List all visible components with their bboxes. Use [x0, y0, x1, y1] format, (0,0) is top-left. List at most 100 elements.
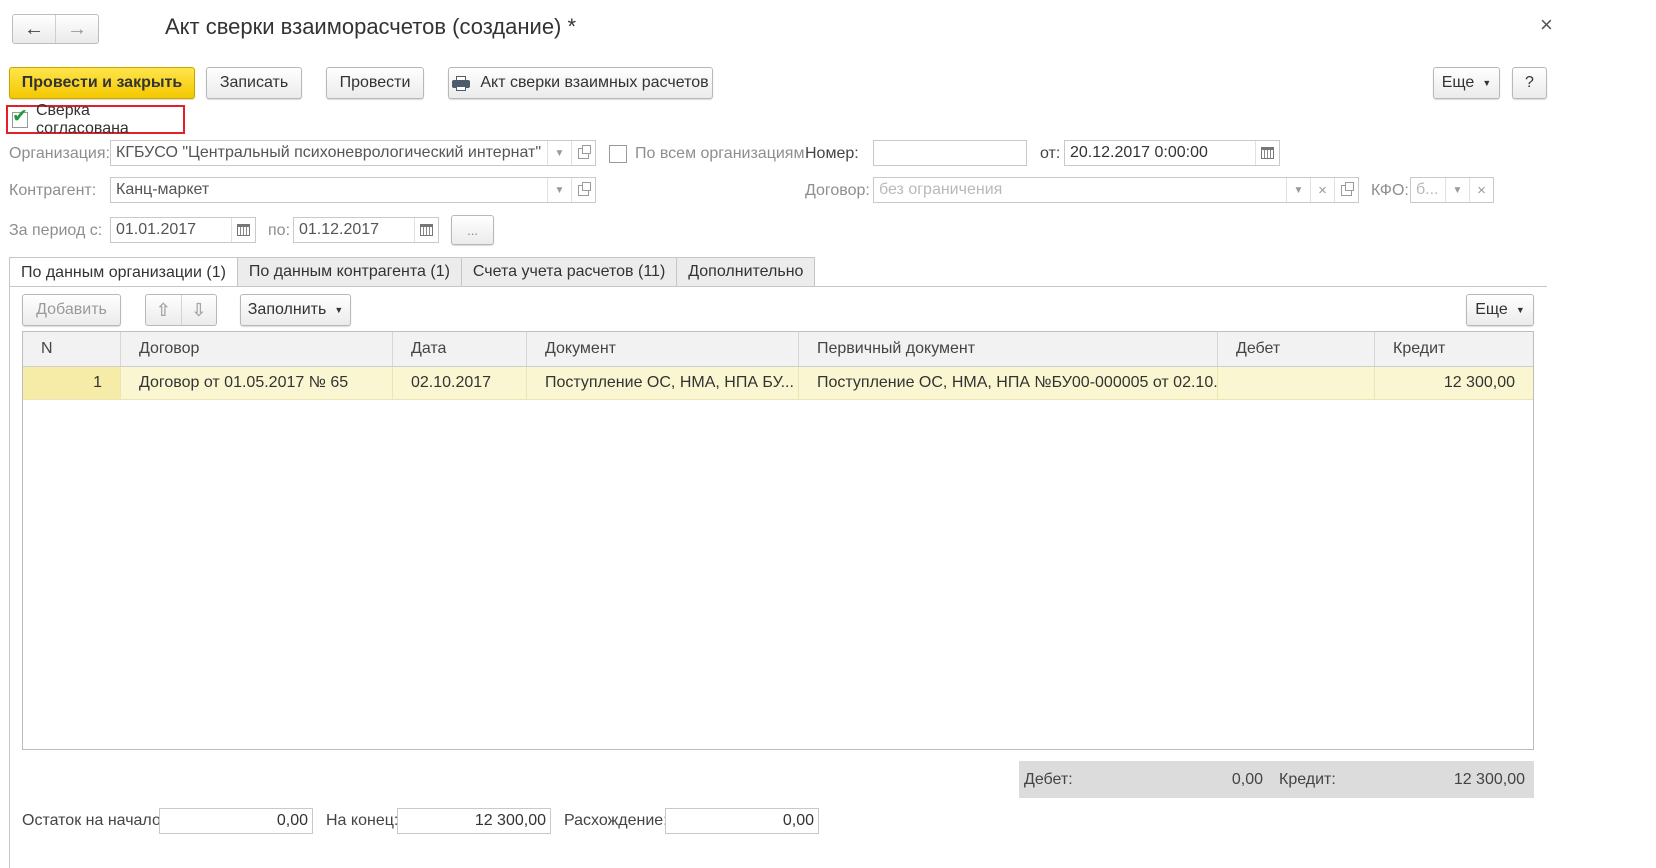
caret-down-icon: ▼ — [334, 305, 344, 315]
counterparty-value: Канц-маркет — [116, 181, 210, 198]
total-debit-value: 0,00 — [1231, 770, 1263, 788]
balance-start-value: 0,00 — [276, 812, 308, 829]
post-and-close-button[interactable]: Провести и закрыть — [9, 67, 195, 99]
open-icon[interactable] — [571, 178, 595, 202]
open-icon[interactable] — [571, 141, 595, 165]
reconciliation-table: N Договор Дата Документ Первичный докуме… — [22, 331, 1534, 750]
balance-start-label: Остаток на начало: — [22, 812, 166, 829]
period-to-value: 01.12.2017 — [299, 221, 380, 238]
all-organizations-option[interactable]: По всем организациям — [609, 145, 804, 163]
balance-end-label: На конец: — [326, 812, 399, 829]
fill-label: Заполнить — [247, 301, 327, 318]
number-field[interactable] — [873, 140, 1027, 166]
clear-icon[interactable]: × — [1310, 178, 1334, 202]
table-more-label: Еще — [1475, 301, 1508, 318]
totals-bar: Дебет: 0,00 Кредит: 12 300,00 — [1019, 761, 1534, 798]
column-header-primary-document[interactable]: Первичный документ — [799, 332, 1218, 366]
period-to-label: по: — [268, 222, 291, 239]
table-more-button[interactable]: Еще ▼ — [1466, 294, 1534, 326]
column-header-date[interactable]: Дата — [393, 332, 527, 366]
calendar-icon[interactable] — [231, 218, 255, 242]
date-value: 20.12.2017 0:00:00 — [1070, 144, 1208, 161]
cell-contract: Договор от 01.05.2017 № 65 — [121, 367, 393, 399]
kfo-label: КФО: — [1371, 182, 1409, 199]
post-button[interactable]: Провести — [326, 67, 424, 99]
kfo-field[interactable]: б... ▼ × — [1410, 177, 1494, 203]
difference-label: Расхождение: — [564, 812, 668, 829]
column-header-contract[interactable]: Договор — [121, 332, 393, 366]
all-organizations-checkbox[interactable] — [609, 145, 627, 163]
period-from-field[interactable]: 01.01.2017 — [110, 217, 256, 243]
cell-document: Поступление ОС, НМА, НПА БУ... — [527, 367, 799, 399]
contract-placeholder: без ограничения — [879, 181, 1003, 198]
dropdown-icon[interactable]: ▼ — [1445, 178, 1469, 202]
arrow-left-icon[interactable]: ← — [13, 15, 55, 43]
period-to-field[interactable]: 01.12.2017 — [293, 217, 439, 243]
close-icon[interactable]: × — [1540, 12, 1553, 38]
reconciliation-agreed-checkbox[interactable]: ✔ — [12, 107, 28, 128]
more-label: Еще — [1441, 74, 1475, 91]
table-row[interactable]: 1 Договор от 01.05.2017 № 65 02.10.2017 … — [23, 367, 1533, 400]
date-field[interactable]: 20.12.2017 0:00:00 — [1064, 140, 1280, 166]
column-header-debit[interactable]: Дебет — [1218, 332, 1375, 366]
calendar-icon[interactable] — [1255, 141, 1279, 165]
print-reconciliation-button[interactable]: Акт сверки взаимных расчетов — [448, 67, 713, 99]
move-buttons: ⇧ ⇩ — [145, 294, 217, 326]
add-row-button[interactable]: Добавить — [22, 294, 121, 326]
fill-button[interactable]: Заполнить ▼ — [240, 294, 351, 326]
arrow-right-icon[interactable]: → — [55, 15, 98, 43]
calendar-icon[interactable] — [414, 218, 438, 242]
all-organizations-label: По всем организациям — [635, 145, 805, 162]
printer-icon — [452, 76, 471, 91]
cell-n: 1 — [23, 367, 121, 399]
date-label: от: — [1040, 145, 1061, 162]
page-title: Акт сверки взаиморасчетов (создание) * — [165, 14, 577, 39]
counterparty-field[interactable]: Канц-маркет ▼ — [110, 177, 596, 203]
caret-down-icon: ▼ — [1482, 78, 1492, 88]
number-label: Номер: — [805, 145, 859, 162]
dropdown-icon[interactable]: ▼ — [547, 178, 571, 202]
print-reconciliation-label: Акт сверки взаимных расчетов — [480, 74, 709, 91]
tab-counterparty-data[interactable]: По данным контрагента (1) — [236, 257, 462, 286]
organization-field[interactable]: КГБУСО "Центральный психоневрологический… — [110, 140, 596, 166]
dropdown-icon[interactable]: ▼ — [1286, 178, 1310, 202]
period-select-button[interactable]: ... — [451, 215, 494, 245]
difference-value: 0,00 — [782, 812, 814, 829]
total-credit-value: 12 300,00 — [1453, 770, 1525, 788]
counterparty-label: Контрагент: — [9, 182, 97, 199]
total-debit-label: Дебет: — [1024, 770, 1073, 788]
period-from-label: За период с: — [9, 222, 103, 239]
column-header-credit[interactable]: Кредит — [1375, 332, 1533, 366]
more-button[interactable]: Еще ▼ — [1433, 67, 1500, 99]
table-header: N Договор Дата Документ Первичный докуме… — [23, 332, 1533, 367]
organization-value: КГБУСО "Центральный психоневрологический… — [116, 144, 541, 161]
tab-organization-data[interactable]: По данным организации (1) — [9, 257, 238, 287]
cell-credit: 12 300,00 — [1443, 374, 1515, 391]
balance-end-field[interactable]: 12 300,00 — [397, 808, 551, 834]
save-button[interactable]: Записать — [206, 67, 302, 99]
total-credit-label: Кредит: — [1279, 770, 1336, 788]
column-header-n[interactable]: N — [23, 332, 121, 366]
cell-date: 02.10.2017 — [393, 367, 527, 399]
difference-field[interactable]: 0,00 — [665, 808, 819, 834]
open-icon[interactable] — [1334, 178, 1358, 202]
organization-label: Организация: — [9, 145, 110, 162]
reconciliation-agreed-highlight: ✔ Сверка согласована — [6, 102, 185, 137]
arrow-down-icon[interactable]: ⇩ — [180, 295, 217, 325]
help-button[interactable]: ? — [1512, 67, 1547, 99]
caret-down-icon: ▼ — [1515, 305, 1525, 315]
tab-bar: По данным организации (1) По данным конт… — [9, 257, 816, 287]
tab-settlement-accounts[interactable]: Счета учета расчетов (11) — [460, 257, 678, 286]
balance-end-value: 12 300,00 — [474, 812, 546, 829]
reconciliation-agreed-label: Сверка согласована — [36, 101, 129, 137]
column-header-document[interactable]: Документ — [527, 332, 799, 366]
contract-label: Договор: — [805, 182, 870, 199]
tab-additional[interactable]: Дополнительно — [676, 257, 816, 286]
arrow-up-icon[interactable]: ⇧ — [146, 295, 181, 325]
balance-start-field[interactable]: 0,00 — [159, 808, 313, 834]
navigation-arrows: ← → — [12, 14, 99, 44]
dropdown-icon[interactable]: ▼ — [547, 141, 571, 165]
cell-primary-document: Поступление ОС, НМА, НПА №БУ00-000005 от… — [799, 367, 1218, 399]
clear-icon[interactable]: × — [1469, 178, 1493, 202]
contract-field[interactable]: без ограничения ▼ × — [873, 177, 1359, 203]
